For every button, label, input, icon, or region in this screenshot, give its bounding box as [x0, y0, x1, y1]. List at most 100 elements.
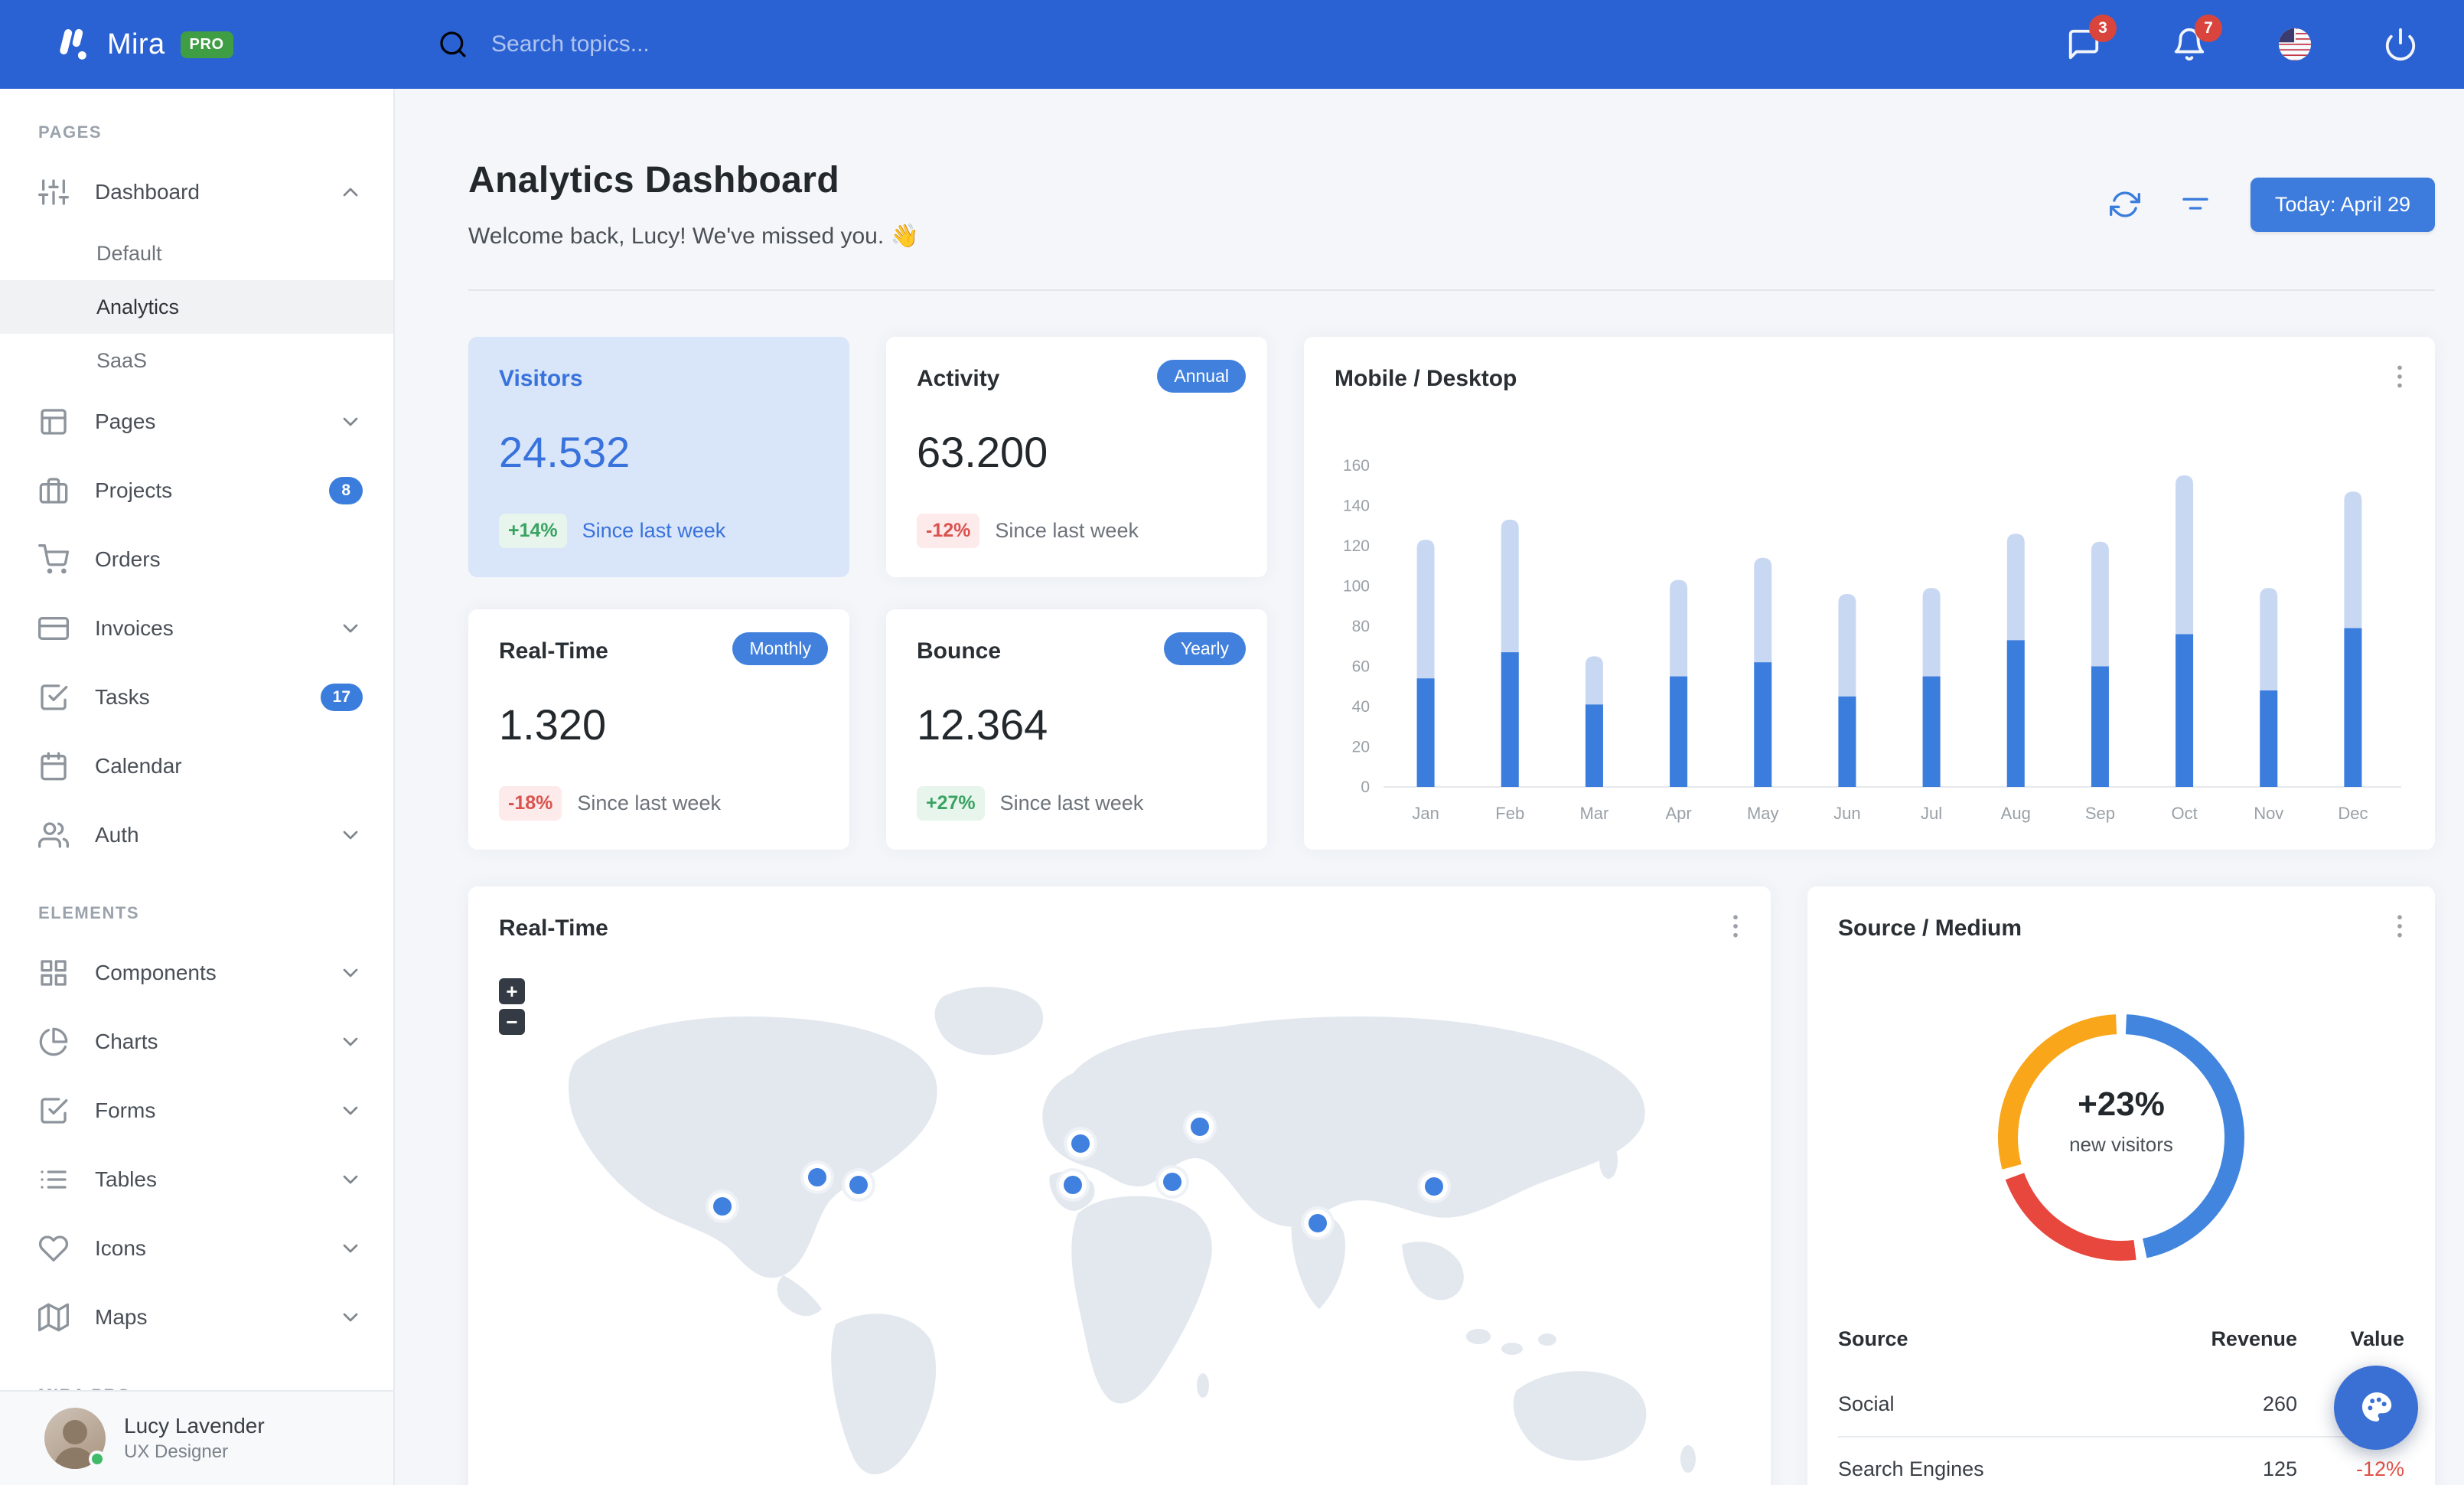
navbar-actions: 3 7	[2066, 15, 2418, 62]
stat-delta-row: -18% Since last week	[499, 786, 721, 821]
svg-text:Jul: Jul	[1921, 804, 1942, 823]
header-divider	[468, 289, 2435, 291]
realtime-map-card: Real-Time + −	[468, 886, 1771, 1485]
sidebar-item-maps[interactable]: Maps	[0, 1283, 393, 1352]
stat-delta-row: +27% Since last week	[917, 786, 1143, 821]
main-content: Analytics Dashboard Welcome back, Lucy! …	[395, 89, 2464, 1485]
brand-name: Mira	[107, 28, 165, 60]
theme-settings-fab[interactable]	[2334, 1366, 2418, 1450]
avatar	[44, 1408, 106, 1469]
world-map[interactable]	[484, 954, 1754, 1485]
sidebar-item-label: Tasks	[95, 685, 150, 709]
sidebar-item-label: Icons	[95, 1236, 146, 1260]
donut-chart-wrap: +23% new visitors	[1838, 975, 2404, 1300]
bottom-row: Real-Time + − Source / Medium +23% new v…	[468, 886, 2435, 1485]
col-value: Value	[2350, 1327, 2404, 1350]
messages-count-badge: 3	[2089, 15, 2117, 42]
stat-delta-row: +14% Since last week	[499, 514, 725, 548]
sidebar-item-label: Forms	[95, 1098, 156, 1122]
language-selector[interactable]	[2277, 27, 2312, 62]
sidebar-item-charts[interactable]: Charts	[0, 1007, 393, 1076]
sidebar-item-components[interactable]: Components	[0, 938, 393, 1007]
sidebar-item-dashboard[interactable]: Dashboard	[0, 158, 393, 227]
sidebar-item-projects[interactable]: Projects 8	[0, 456, 393, 525]
sidebar-section-elements: ELEMENTS	[38, 903, 140, 922]
svg-text:80: 80	[1352, 618, 1370, 635]
svg-text:120: 120	[1343, 537, 1370, 555]
navbar-search	[438, 29, 2066, 60]
sidebar-subitem-default[interactable]: Default	[0, 227, 393, 280]
credit-card-icon	[38, 617, 69, 640]
svg-text:Sep: Sep	[2085, 804, 2115, 823]
logout-button[interactable]	[2383, 27, 2418, 62]
app-root: Mira PRO 3 7	[0, 0, 2464, 1485]
donut-caption: new visitors	[2069, 1133, 2173, 1156]
sidebar-subitem-analytics[interactable]: Analytics	[0, 280, 393, 334]
users-icon	[38, 822, 69, 848]
svg-text:0: 0	[1361, 778, 1370, 796]
sidebar-item-orders[interactable]: Orders	[0, 525, 393, 594]
projects-count-badge: 8	[329, 477, 363, 504]
chart-title: Mobile / Desktop	[1335, 366, 1517, 391]
sidebar-item-pages[interactable]: Pages	[0, 387, 393, 456]
chevron-down-icon	[343, 1037, 358, 1046]
filter-icon[interactable]	[2180, 189, 2211, 220]
user-info: Lucy Lavender UX Designer	[124, 1414, 265, 1463]
sidebar-item-forms[interactable]: Forms	[0, 1076, 393, 1145]
svg-text:Nov: Nov	[2254, 804, 2283, 823]
user-name: Lucy Lavender	[124, 1414, 265, 1438]
sidebar-item-label: Projects	[95, 478, 173, 502]
stat-value: 24.532	[499, 428, 631, 476]
zoom-in-button[interactable]: +	[499, 978, 525, 1004]
sidebar-item-icons[interactable]: Icons	[0, 1214, 393, 1283]
sidebar-item-auth[interactable]: Auth	[0, 801, 393, 870]
stat-value: 1.320	[499, 700, 607, 749]
more-menu-icon[interactable]	[1720, 909, 1751, 943]
table-row[interactable]: Search Engines 125 -12%	[1838, 1436, 2404, 1485]
search-input[interactable]	[491, 31, 950, 57]
donut-value: +23%	[2078, 1085, 2165, 1123]
svg-text:Apr: Apr	[1665, 804, 1691, 823]
table-header-row: Source Revenue Value	[1838, 1312, 2404, 1372]
calendar-icon	[41, 752, 67, 781]
sidebar-item-calendar[interactable]: Calendar	[0, 732, 393, 801]
heart-icon	[38, 1235, 69, 1262]
stat-delta-row: -12% Since last week	[917, 514, 1139, 548]
sidebar-item-tables[interactable]: Tables	[0, 1145, 393, 1214]
chevron-down-icon	[343, 1175, 358, 1184]
brand[interactable]: Mira PRO	[0, 24, 395, 65]
more-menu-icon[interactable]	[2384, 909, 2415, 943]
sidebar-item-tasks[interactable]: Tasks 17	[0, 663, 393, 732]
top-row: Visitors 24.532 +14% Since last week Act…	[468, 337, 2435, 850]
sidebar-user-footer[interactable]: Lucy Lavender UX Designer	[0, 1390, 393, 1485]
sidebar-item-label: Dashboard	[95, 180, 200, 204]
messages-button[interactable]: 3	[2066, 15, 2117, 62]
map-title: Real-Time	[499, 915, 608, 941]
chevron-down-icon	[343, 1313, 358, 1322]
search-icon[interactable]	[438, 29, 468, 60]
sidebar-item-label: Charts	[95, 1030, 158, 1053]
refresh-icon[interactable]	[2109, 189, 2140, 220]
briefcase-icon	[39, 478, 68, 504]
table-row[interactable]: Social 260 +35%	[1838, 1372, 2404, 1437]
sidebar-item-invoices[interactable]: Invoices	[0, 594, 393, 663]
sidebar-item-label: Maps	[95, 1305, 148, 1329]
date-range-button[interactable]: Today: April 29	[2250, 177, 2435, 232]
list-icon	[41, 1170, 67, 1189]
svg-text:60: 60	[1352, 658, 1370, 676]
sidebar-item-label: Calendar	[95, 754, 182, 778]
sidebar-item-label: Components	[95, 961, 217, 984]
stat-caption: Since last week	[999, 791, 1144, 814]
sidebar-subitem-saas[interactable]: SaaS	[0, 334, 393, 387]
sidebar-item-label: Auth	[95, 823, 139, 847]
shopping-cart-icon	[38, 544, 69, 574]
stat-card-visitors: Visitors 24.532 +14% Since last week	[468, 337, 849, 577]
more-menu-icon[interactable]	[2384, 360, 2415, 393]
check-square-icon	[41, 1098, 68, 1124]
delta-badge: +27%	[917, 786, 985, 821]
cell-revenue: 125	[2152, 1436, 2297, 1485]
stacked-bar-chart: 0 20 40 60 80 100 120 140 160 Jan Feb Mar Apr May Jun J…	[1343, 457, 2401, 823]
map-icon	[38, 1303, 69, 1332]
zoom-out-button[interactable]: −	[499, 1009, 525, 1035]
notifications-button[interactable]: 7	[2172, 15, 2222, 62]
